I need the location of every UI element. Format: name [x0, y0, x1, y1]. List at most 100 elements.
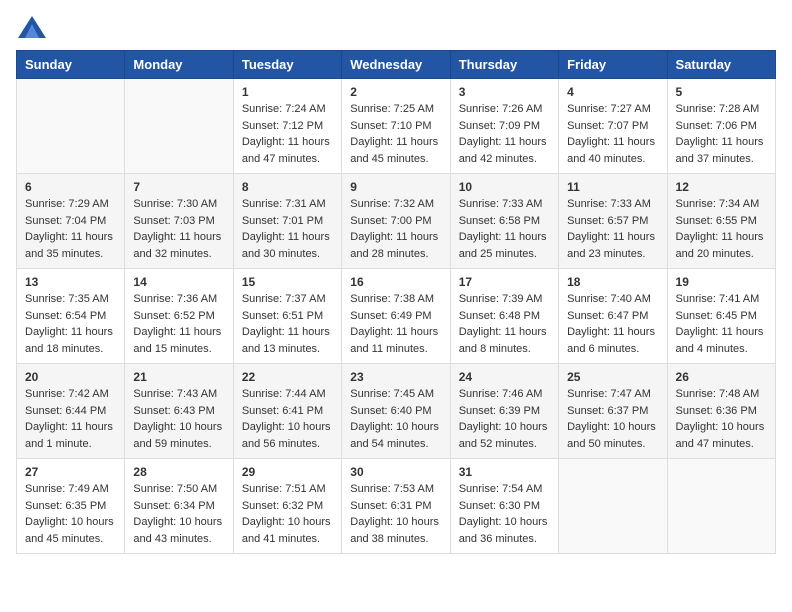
day-info: Sunrise: 7:42 AM Sunset: 6:44 PM Dayligh…	[25, 386, 116, 452]
calendar-cell: 27 Sunrise: 7:49 AM Sunset: 6:35 PM Dayli…	[17, 459, 125, 554]
day-info: Sunrise: 7:37 AM Sunset: 6:51 PM Dayligh…	[242, 291, 333, 357]
weekday-header-tuesday: Tuesday	[233, 51, 341, 79]
logo	[16, 16, 46, 38]
day-info: Sunrise: 7:40 AM Sunset: 6:47 PM Dayligh…	[567, 291, 658, 357]
logo-icon	[18, 16, 46, 38]
day-info: Sunrise: 7:51 AM Sunset: 6:32 PM Dayligh…	[242, 481, 333, 547]
calendar-week-4: 20 Sunrise: 7:42 AM Sunset: 6:44 PM Dayli…	[17, 364, 776, 459]
day-info: Sunrise: 7:39 AM Sunset: 6:48 PM Dayligh…	[459, 291, 550, 357]
day-info: Sunrise: 7:49 AM Sunset: 6:35 PM Dayligh…	[25, 481, 116, 547]
day-info: Sunrise: 7:28 AM Sunset: 7:06 PM Dayligh…	[676, 101, 767, 167]
weekday-header-saturday: Saturday	[667, 51, 775, 79]
calendar-cell: 22 Sunrise: 7:44 AM Sunset: 6:41 PM Dayli…	[233, 364, 341, 459]
calendar-cell: 16Sunrise: 7:38 AM Sunset: 6:49 PM Dayli…	[342, 269, 450, 364]
calendar-cell: 1 Sunrise: 7:24 AM Sunset: 7:12 PM Daylig…	[233, 79, 341, 174]
weekday-header-monday: Monday	[125, 51, 233, 79]
calendar-cell: 13 Sunrise: 7:35 AM Sunset: 6:54 PM Dayli…	[17, 269, 125, 364]
weekday-header-thursday: Thursday	[450, 51, 558, 79]
day-number: 10	[459, 180, 550, 194]
calendar-cell: 4 Sunrise: 7:27 AM Sunset: 7:07 PM Daylig…	[559, 79, 667, 174]
day-number: 16	[350, 275, 441, 289]
day-info: Sunrise: 7:43 AM Sunset: 6:43 PM Dayligh…	[133, 386, 224, 452]
day-number: 14	[133, 275, 224, 289]
day-number: 5	[676, 85, 767, 99]
day-number: 2	[350, 85, 441, 99]
day-number: 20	[25, 370, 116, 384]
day-number: 23	[350, 370, 441, 384]
day-info: Sunrise: 7:54 AM Sunset: 6:30 PM Dayligh…	[459, 481, 550, 547]
weekday-header-wednesday: Wednesday	[342, 51, 450, 79]
day-number: 11	[567, 180, 658, 194]
day-number: 7	[133, 180, 224, 194]
day-info: Sunrise: 7:44 AM Sunset: 6:41 PM Dayligh…	[242, 386, 333, 452]
day-info: Sunrise: 7:33 AM Sunset: 6:57 PM Dayligh…	[567, 196, 658, 262]
day-info: Sunrise: 7:41 AM Sunset: 6:45 PM Dayligh…	[676, 291, 767, 357]
day-number: 1	[242, 85, 333, 99]
calendar-cell: 17 Sunrise: 7:39 AM Sunset: 6:48 PM Dayli…	[450, 269, 558, 364]
calendar-cell: 20 Sunrise: 7:42 AM Sunset: 6:44 PM Dayli…	[17, 364, 125, 459]
day-number: 25	[567, 370, 658, 384]
calendar-cell: 10 Sunrise: 7:33 AM Sunset: 6:58 PM Dayli…	[450, 174, 558, 269]
calendar-week-3: 13 Sunrise: 7:35 AM Sunset: 6:54 PM Dayli…	[17, 269, 776, 364]
day-info: Sunrise: 7:29 AM Sunset: 7:04 PM Dayligh…	[25, 196, 116, 262]
day-number: 19	[676, 275, 767, 289]
day-number: 30	[350, 465, 441, 479]
day-number: 13	[25, 275, 116, 289]
day-number: 28	[133, 465, 224, 479]
day-info: Sunrise: 7:24 AM Sunset: 7:12 PM Dayligh…	[242, 101, 333, 167]
day-number: 4	[567, 85, 658, 99]
calendar-week-5: 27 Sunrise: 7:49 AM Sunset: 6:35 PM Dayli…	[17, 459, 776, 554]
day-info: Sunrise: 7:48 AM Sunset: 6:36 PM Dayligh…	[676, 386, 767, 452]
day-info: Sunrise: 7:33 AM Sunset: 6:58 PM Dayligh…	[459, 196, 550, 262]
day-number: 24	[459, 370, 550, 384]
day-info: Sunrise: 7:36 AM Sunset: 6:52 PM Dayligh…	[133, 291, 224, 357]
day-info: Sunrise: 7:27 AM Sunset: 7:07 PM Dayligh…	[567, 101, 658, 167]
day-number: 18	[567, 275, 658, 289]
day-info: Sunrise: 7:47 AM Sunset: 6:37 PM Dayligh…	[567, 386, 658, 452]
day-info: Sunrise: 7:50 AM Sunset: 6:34 PM Dayligh…	[133, 481, 224, 547]
day-number: 29	[242, 465, 333, 479]
day-number: 3	[459, 85, 550, 99]
calendar-cell	[559, 459, 667, 554]
day-number: 31	[459, 465, 550, 479]
day-number: 21	[133, 370, 224, 384]
day-info: Sunrise: 7:35 AM Sunset: 6:54 PM Dayligh…	[25, 291, 116, 357]
calendar-cell: 30Sunrise: 7:53 AM Sunset: 6:31 PM Dayli…	[342, 459, 450, 554]
calendar-header-row: SundayMondayTuesdayWednesdayThursdayFrid…	[17, 51, 776, 79]
day-number: 26	[676, 370, 767, 384]
day-info: Sunrise: 7:31 AM Sunset: 7:01 PM Dayligh…	[242, 196, 333, 262]
calendar-cell	[667, 459, 775, 554]
weekday-header-friday: Friday	[559, 51, 667, 79]
calendar-cell: 14 Sunrise: 7:36 AM Sunset: 6:52 PM Dayli…	[125, 269, 233, 364]
calendar-cell: 23 Sunrise: 7:45 AM Sunset: 6:40 PM Dayli…	[342, 364, 450, 459]
calendar-table: SundayMondayTuesdayWednesdayThursdayFrid…	[16, 50, 776, 554]
calendar-cell: 21 Sunrise: 7:43 AM Sunset: 6:43 PM Dayli…	[125, 364, 233, 459]
calendar-week-1: 1 Sunrise: 7:24 AM Sunset: 7:12 PM Daylig…	[17, 79, 776, 174]
calendar-cell: 8Sunrise: 7:31 AM Sunset: 7:01 PM Daylig…	[233, 174, 341, 269]
calendar-cell: 2 Sunrise: 7:25 AM Sunset: 7:10 PM Daylig…	[342, 79, 450, 174]
day-info: Sunrise: 7:45 AM Sunset: 6:40 PM Dayligh…	[350, 386, 441, 452]
day-info: Sunrise: 7:26 AM Sunset: 7:09 PM Dayligh…	[459, 101, 550, 167]
day-info: Sunrise: 7:46 AM Sunset: 6:39 PM Dayligh…	[459, 386, 550, 452]
calendar-cell: 12Sunrise: 7:34 AM Sunset: 6:55 PM Dayli…	[667, 174, 775, 269]
calendar-cell: 25 Sunrise: 7:47 AM Sunset: 6:37 PM Dayli…	[559, 364, 667, 459]
day-info: Sunrise: 7:34 AM Sunset: 6:55 PM Dayligh…	[676, 196, 767, 262]
page-header	[16, 16, 776, 38]
calendar-cell: 3 Sunrise: 7:26 AM Sunset: 7:09 PM Daylig…	[450, 79, 558, 174]
calendar-cell: 19 Sunrise: 7:41 AM Sunset: 6:45 PM Dayli…	[667, 269, 775, 364]
day-number: 22	[242, 370, 333, 384]
day-number: 17	[459, 275, 550, 289]
calendar-cell: 28 Sunrise: 7:50 AM Sunset: 6:34 PM Dayli…	[125, 459, 233, 554]
day-info: Sunrise: 7:30 AM Sunset: 7:03 PM Dayligh…	[133, 196, 224, 262]
calendar-cell: 6Sunrise: 7:29 AM Sunset: 7:04 PM Daylig…	[17, 174, 125, 269]
calendar-cell	[125, 79, 233, 174]
calendar-cell: 11 Sunrise: 7:33 AM Sunset: 6:57 PM Dayli…	[559, 174, 667, 269]
day-number: 27	[25, 465, 116, 479]
calendar-cell: 7 Sunrise: 7:30 AM Sunset: 7:03 PM Daylig…	[125, 174, 233, 269]
calendar-cell: 9Sunrise: 7:32 AM Sunset: 7:00 PM Daylig…	[342, 174, 450, 269]
day-info: Sunrise: 7:25 AM Sunset: 7:10 PM Dayligh…	[350, 101, 441, 167]
day-number: 15	[242, 275, 333, 289]
calendar-week-2: 6Sunrise: 7:29 AM Sunset: 7:04 PM Daylig…	[17, 174, 776, 269]
calendar-cell: 26 Sunrise: 7:48 AM Sunset: 6:36 PM Dayli…	[667, 364, 775, 459]
calendar-cell	[17, 79, 125, 174]
